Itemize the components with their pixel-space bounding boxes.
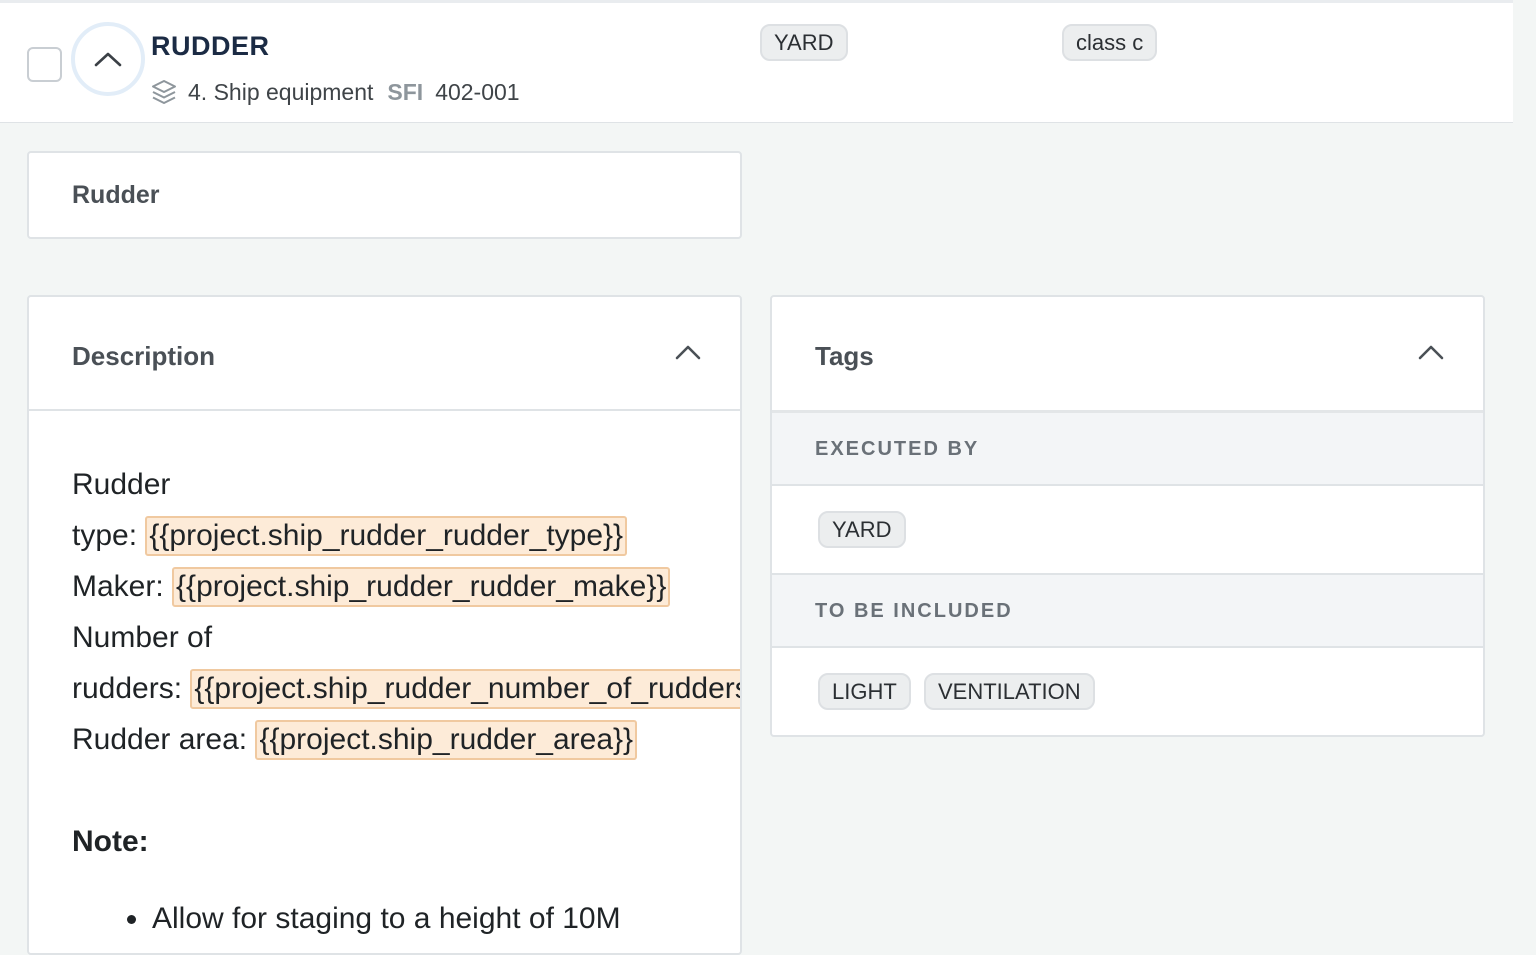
item-name-card[interactable]: Rudder bbox=[27, 151, 742, 239]
executed-by-label: EXECUTED BY bbox=[815, 438, 980, 460]
tags-panel: Tags EXECUTED BY YARD TO BE INCLUDED LIG… bbox=[770, 295, 1485, 737]
chevron-up-icon[interactable] bbox=[674, 343, 702, 361]
tag-yard[interactable]: YARD bbox=[818, 511, 906, 548]
collapse-item-button[interactable] bbox=[71, 22, 145, 96]
tag-ventilation[interactable]: VENTILATION bbox=[924, 673, 1095, 710]
description-label: Maker: bbox=[72, 570, 173, 603]
item-category: 4. Ship equipment bbox=[188, 78, 374, 105]
description-line: Maker: {{project.ship_rudder_rudder_make… bbox=[72, 561, 740, 612]
template-variable: {{project.ship_rudder_rudder_type}} bbox=[145, 516, 628, 556]
chevron-up-icon bbox=[94, 52, 122, 67]
description-title: Description bbox=[72, 341, 216, 371]
description-line: rudders: {{project.ship_rudder_number_of… bbox=[72, 663, 740, 714]
select-checkbox[interactable] bbox=[27, 47, 62, 82]
description-body: Rudder type: {{project.ship_rudder_rudde… bbox=[29, 411, 740, 944]
description-label: rudders: bbox=[72, 672, 191, 705]
template-variable: {{project.ship_rudder_rudder_make}} bbox=[172, 567, 671, 607]
executed-by-tags: YARD bbox=[772, 486, 1483, 575]
to-be-included-tags: LIGHT VENTILATION bbox=[772, 648, 1483, 735]
template-variable: {{project.ship_rudder_number_of_rudders}… bbox=[190, 669, 740, 709]
layers-icon bbox=[150, 78, 178, 106]
to-be-included-label: TO BE INCLUDED bbox=[815, 600, 1013, 622]
sfi-label: SFI bbox=[387, 78, 424, 105]
description-label: Rudder area: bbox=[72, 723, 256, 756]
description-line: Number of bbox=[72, 621, 213, 654]
executed-by-section-header: EXECUTED BY bbox=[772, 413, 1483, 486]
list-item-text: Allow for staging to a height of 10M bbox=[152, 902, 621, 935]
description-header[interactable]: Description bbox=[29, 297, 740, 411]
tags-header[interactable]: Tags bbox=[772, 297, 1483, 413]
note-heading: Note: bbox=[72, 825, 149, 858]
chevron-up-icon[interactable] bbox=[1417, 343, 1445, 361]
description-line: type: {{project.ship_rudder_rudder_type}… bbox=[72, 510, 740, 561]
class-badge: class c bbox=[1062, 24, 1158, 61]
template-variable: {{project.ship_rudder_area}} bbox=[255, 720, 638, 760]
sfi-code: 402-001 bbox=[435, 78, 520, 105]
description-panel: Description Rudder type: {{project.ship_… bbox=[27, 295, 742, 955]
description-label: type: bbox=[72, 519, 146, 552]
item-name: Rudder bbox=[72, 181, 160, 209]
executed-by-badge: YARD bbox=[760, 24, 848, 61]
description-line: Rudder bbox=[72, 468, 171, 501]
tags-title: Tags bbox=[815, 341, 874, 371]
to-be-included-section-header: TO BE INCLUDED bbox=[772, 575, 1483, 648]
item-title: RUDDER bbox=[151, 31, 270, 61]
description-line: Rudder area: {{project.ship_rudder_area}… bbox=[72, 714, 740, 765]
tag-light[interactable]: LIGHT bbox=[818, 673, 911, 710]
item-meta: 4. Ship equipment SFI 402-001 bbox=[150, 75, 520, 109]
item-header: RUDDER 4. Ship equipment SFI 402-001 YAR… bbox=[0, 0, 1513, 123]
list-item: Allow for staging to a height of 10M bbox=[72, 893, 740, 944]
